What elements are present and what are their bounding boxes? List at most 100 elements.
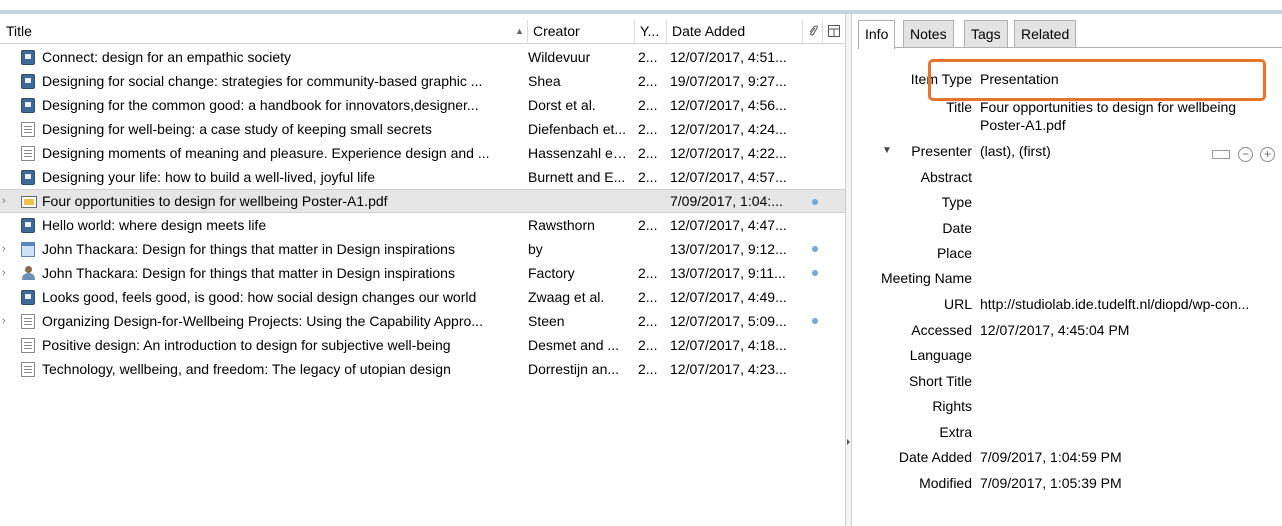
person-icon <box>21 266 35 281</box>
field-label: Modified <box>919 475 972 491</box>
item-date-added: 19/07/2017, 9:27... <box>670 73 787 89</box>
field-item-type: Item Type Presentation <box>852 68 1282 90</box>
attachment-dot-icon[interactable] <box>812 318 818 324</box>
field-label: Language <box>909 347 972 363</box>
item-row[interactable]: Designing for the common good: a handboo… <box>0 93 845 117</box>
sort-ascending-icon: ▲ <box>515 26 524 36</box>
item-row[interactable]: › John Thackara: Design for things that m… <box>0 261 845 285</box>
item-title: John Thackara: Design for things that ma… <box>42 265 455 281</box>
item-row[interactable]: Hello world: where design meets life Raws… <box>0 213 845 237</box>
field-label: Item Type <box>910 71 972 87</box>
item-row[interactable]: Designing for social change: strategies … <box>0 69 845 93</box>
item-row[interactable]: Designing your life: how to build a well… <box>0 165 845 189</box>
expand-twisty-icon[interactable]: › <box>2 309 12 333</box>
item-creator: Wildevuur <box>528 49 591 65</box>
field-extra: Extra <box>852 421 1282 443</box>
item-row[interactable]: Looks good, feels good, is good: how soc… <box>0 285 845 309</box>
field-label: Abstract <box>920 169 972 185</box>
expand-twisty-icon[interactable]: › <box>2 261 12 285</box>
pane-splitter[interactable] <box>845 14 852 526</box>
tab-tags[interactable]: Tags <box>964 20 1008 48</box>
item-title: Looks good, feels good, is good: how soc… <box>42 289 477 305</box>
item-date-added: 12/07/2017, 4:51... <box>670 49 787 65</box>
tab-related[interactable]: Related <box>1014 20 1077 48</box>
field-label[interactable]: Presenter <box>911 140 972 162</box>
item-creator: Dorrestijn an... <box>528 361 620 377</box>
field-meeting-name: Meeting Name <box>852 267 1282 289</box>
item-row[interactable]: Designing moments of meaning and pleasur… <box>0 141 845 165</box>
attachment-dot-icon[interactable] <box>812 246 818 252</box>
book-icon <box>21 74 35 89</box>
creator-type-toggle-icon[interactable]: ▼ <box>882 140 892 162</box>
item-title: Designing for social change: strategies … <box>42 73 483 89</box>
tab-info[interactable]: Info <box>858 20 896 49</box>
item-row[interactable]: › Organizing Design-for-Wellbeing Project… <box>0 309 845 333</box>
document-icon <box>21 146 35 161</box>
item-row[interactable]: › Four opportunities to design for wellbe… <box>0 189 845 213</box>
item-date-added: 13/07/2017, 9:11... <box>670 265 786 281</box>
switch-creator-mode-icon[interactable] <box>1212 150 1230 159</box>
item-row[interactable]: Technology, wellbeing, and freedom: The … <box>0 357 845 381</box>
column-header-creator[interactable]: Creator <box>527 20 634 44</box>
attachment-dot-icon[interactable] <box>812 270 818 276</box>
field-date-added: Date Added 7/09/2017, 1:04:59 PM <box>852 446 1282 468</box>
tab-notes[interactable]: Notes <box>903 20 954 48</box>
column-header-year[interactable]: Y... <box>634 20 666 44</box>
field-date: Date <box>852 217 1282 239</box>
column-header-bar: Title ▲ Creator Y... Date Added <box>0 20 845 44</box>
expand-twisty-icon[interactable]: › <box>2 237 12 261</box>
item-date-added: 13/07/2017, 9:12... <box>670 241 787 257</box>
field-rights: Rights <box>852 395 1282 417</box>
book-icon <box>21 218 35 233</box>
item-date-added: 12/07/2017, 4:47... <box>670 217 787 233</box>
field-label: Extra <box>939 424 972 440</box>
item-creator: Burnett and E... <box>528 169 626 185</box>
item-date-added: 7/09/2017, 1:04:... <box>670 193 783 209</box>
item-row[interactable]: Positive design: An introduction to desi… <box>0 333 845 357</box>
field-short-title: Short Title <box>852 370 1282 392</box>
item-date-added: 12/07/2017, 4:23... <box>670 361 787 377</box>
field-label[interactable]: URL <box>944 293 972 315</box>
item-title: Designing your life: how to build a well… <box>42 169 376 185</box>
paperclip-icon[interactable] <box>802 20 822 44</box>
column-picker-icon[interactable] <box>822 20 844 44</box>
item-creator: Zwaag et al. <box>528 289 605 305</box>
webpage-icon <box>21 242 35 257</box>
title-value-continued[interactable]: Poster-A1.pdf <box>980 114 1066 136</box>
accessed-value[interactable]: 12/07/2017, 4:45:04 PM <box>980 319 1129 341</box>
item-creator: Dorst et al. <box>528 97 596 113</box>
url-value[interactable]: http://studiolab.ide.tudelft.nl/diopd/wp… <box>980 293 1249 315</box>
field-label: Type <box>941 194 972 210</box>
field-label: Accessed <box>911 322 972 338</box>
item-creator: Factory <box>528 265 575 281</box>
item-creator: Desmet and ... <box>528 337 620 353</box>
item-year: 2... <box>638 289 658 305</box>
presenter-value[interactable]: (last), (first) <box>980 140 1051 162</box>
item-date-added: 12/07/2017, 4:24... <box>670 121 787 137</box>
book-icon <box>21 170 35 185</box>
field-label: Date <box>942 220 972 236</box>
item-title: Designing for well-being: a case study o… <box>42 121 432 137</box>
column-header-title[interactable]: Title <box>6 20 526 44</box>
expand-twisty-icon[interactable]: › <box>2 190 12 212</box>
item-year: 2... <box>638 217 658 233</box>
item-type-select[interactable]: Presentation <box>980 68 1059 90</box>
item-year: 2... <box>638 313 658 329</box>
add-creator-icon[interactable]: + <box>1260 147 1275 162</box>
item-date-added: 12/07/2017, 5:09... <box>670 313 787 329</box>
attachment-dot-icon[interactable] <box>812 199 818 205</box>
item-year: 2... <box>638 49 658 65</box>
item-date-added: 12/07/2017, 4:22... <box>670 145 787 161</box>
item-row[interactable]: Connect: design for an empathic society W… <box>0 45 845 69</box>
column-header-date-added[interactable]: Date Added <box>666 20 802 44</box>
item-title: Designing for the common good: a handboo… <box>42 97 479 113</box>
field-url: URL http://studiolab.ide.tudelft.nl/diop… <box>852 293 1282 315</box>
item-row[interactable]: › John Thackara: Design for things that m… <box>0 237 845 261</box>
field-label: Place <box>936 245 972 261</box>
book-icon <box>21 98 35 113</box>
field-accessed: Accessed 12/07/2017, 4:45:04 PM <box>852 319 1282 341</box>
item-year: 2... <box>638 73 658 89</box>
item-row[interactable]: Designing for well-being: a case study o… <box>0 117 845 141</box>
remove-creator-icon[interactable]: − <box>1238 147 1253 162</box>
field-abstract: Abstract <box>852 166 1282 188</box>
